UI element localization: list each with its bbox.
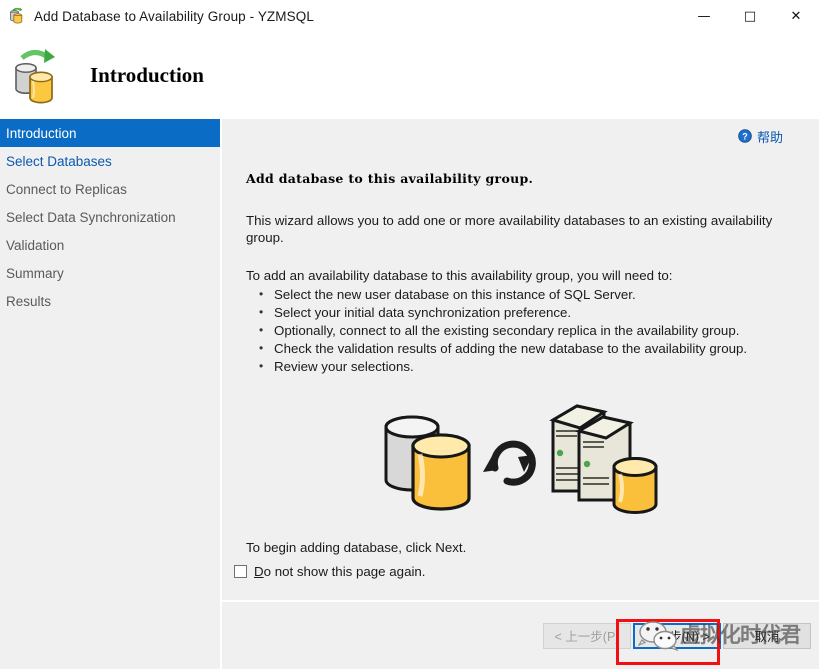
sidebar-item-label: Results (6, 294, 51, 309)
next-button[interactable]: 下一步(N) > (633, 623, 721, 649)
sidebar-item-validation[interactable]: Validation (0, 231, 220, 259)
database-add-icon (8, 7, 26, 25)
database-sync-to-servers-illustration (234, 398, 803, 528)
sidebar-item-summary[interactable]: Summary (0, 259, 220, 287)
requirements-list: Select the new user database on this ins… (234, 286, 803, 376)
list-item: Check the validation results of adding t… (258, 340, 803, 358)
content-main: ? 帮助 Add database to this availability g… (222, 119, 819, 600)
begin-instruction: To begin adding database, click Next. (246, 541, 466, 555)
cancel-button[interactable]: 取消 (723, 623, 811, 649)
list-item: Select your initial data synchronization… (258, 304, 803, 322)
list-item: Review your selections. (258, 358, 803, 376)
svg-text:?: ? (742, 131, 748, 141)
section-heading: Add database to this availability group. (246, 171, 803, 186)
minimize-button[interactable]: — (681, 0, 727, 32)
help-link[interactable]: ? 帮助 (738, 127, 783, 146)
intro-paragraph: This wizard allows you to add one or mor… (246, 212, 793, 246)
sidebar-item-introduction[interactable]: Introduction (0, 119, 220, 147)
sidebar-item-label: Connect to Replicas (6, 182, 127, 197)
help-row: ? 帮助 (234, 119, 803, 149)
help-question-icon: ? (738, 129, 752, 143)
list-item: Select the new user database on this ins… (258, 286, 803, 304)
sidebar-item-select-databases[interactable]: Select Databases (0, 147, 220, 175)
sidebar-item-label: Summary (6, 266, 64, 281)
sidebar-item-label: Validation (6, 238, 64, 253)
close-button[interactable]: ✕ (773, 0, 819, 32)
database-sync-icon (10, 47, 66, 105)
window-title: Add Database to Availability Group - YZM… (34, 9, 314, 24)
previous-button[interactable]: < 上一步(P) (543, 623, 631, 649)
sidebar-item-results[interactable]: Results (0, 287, 220, 315)
wizard-button-bar: < 上一步(P) 下一步(N) > 取消 (222, 600, 819, 669)
do-not-show-checkbox[interactable] (234, 565, 247, 578)
page-title: Introduction (90, 63, 204, 88)
window-controls: — □ ✕ (681, 0, 819, 32)
sidebar-item-select-data-synchronization[interactable]: Select Data Synchronization (0, 203, 220, 231)
sidebar-item-label: Select Data Synchronization (6, 210, 176, 225)
wizard-content: ? 帮助 Add database to this availability g… (222, 119, 819, 669)
sidebar-item-label: Introduction (6, 126, 77, 141)
accelerator-letter: D (254, 564, 264, 579)
requirements-intro: To add an availability database to this … (246, 267, 793, 284)
do-not-show-row[interactable]: Do not show this page again. (234, 564, 426, 579)
maximize-button[interactable]: □ (727, 0, 773, 32)
wizard-body: Introduction Select Databases Connect to… (0, 119, 819, 669)
wizard-sidebar: Introduction Select Databases Connect to… (0, 119, 220, 669)
page-header: Introduction (0, 32, 819, 119)
do-not-show-rest: o not show this page again. (264, 564, 426, 579)
do-not-show-label: Do not show this page again. (254, 564, 426, 579)
list-item: Optionally, connect to all the existing … (258, 322, 803, 340)
sidebar-item-connect-to-replicas[interactable]: Connect to Replicas (0, 175, 220, 203)
sidebar-item-label: Select Databases (6, 154, 112, 169)
window-titlebar: Add Database to Availability Group - YZM… (0, 0, 819, 32)
help-label: 帮助 (757, 127, 783, 146)
